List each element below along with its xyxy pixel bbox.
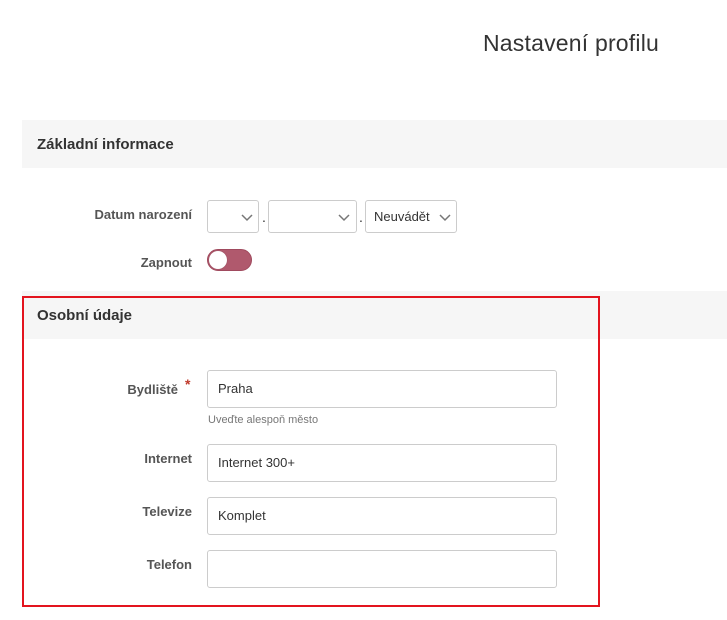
section-basic-info-title: Základní informace [37,136,174,153]
toggle-label: Zapnout [140,255,192,270]
chevron-down-icon [241,214,253,222]
chevron-down-icon [338,214,350,222]
phone-input[interactable] [207,550,557,588]
residence-input[interactable]: Praha [207,370,557,408]
birthdate-year-value: Neuvádět [374,209,430,224]
birthdate-separator: . [262,209,266,225]
birthdate-label: Datum narození [94,207,192,222]
section-basic-info: Základní informace [22,120,727,168]
television-input[interactable]: Komplet [207,497,557,535]
toggle-knob [209,251,227,269]
birthdate-day-select[interactable] [207,200,259,233]
toggle-switch[interactable] [207,249,252,271]
birthdate-separator: . [359,209,363,225]
phone-label: Telefon [146,557,192,572]
television-label: Televize [142,504,192,519]
residence-help-text: Uveďte alespoň město [208,414,319,426]
chevron-down-icon [439,214,451,222]
internet-label: Internet [144,451,192,466]
internet-input[interactable]: Internet 300+ [207,444,557,482]
birthdate-year-select[interactable]: Neuvádět [365,200,457,233]
section-personal-info: Osobní údaje [22,291,727,339]
page-title: Nastavení profilu [483,30,659,56]
residence-label: Bydliště [127,382,178,397]
section-personal-info-title: Osobní údaje [37,307,133,324]
birthdate-month-select[interactable] [268,200,357,233]
required-marker: * [185,376,191,392]
